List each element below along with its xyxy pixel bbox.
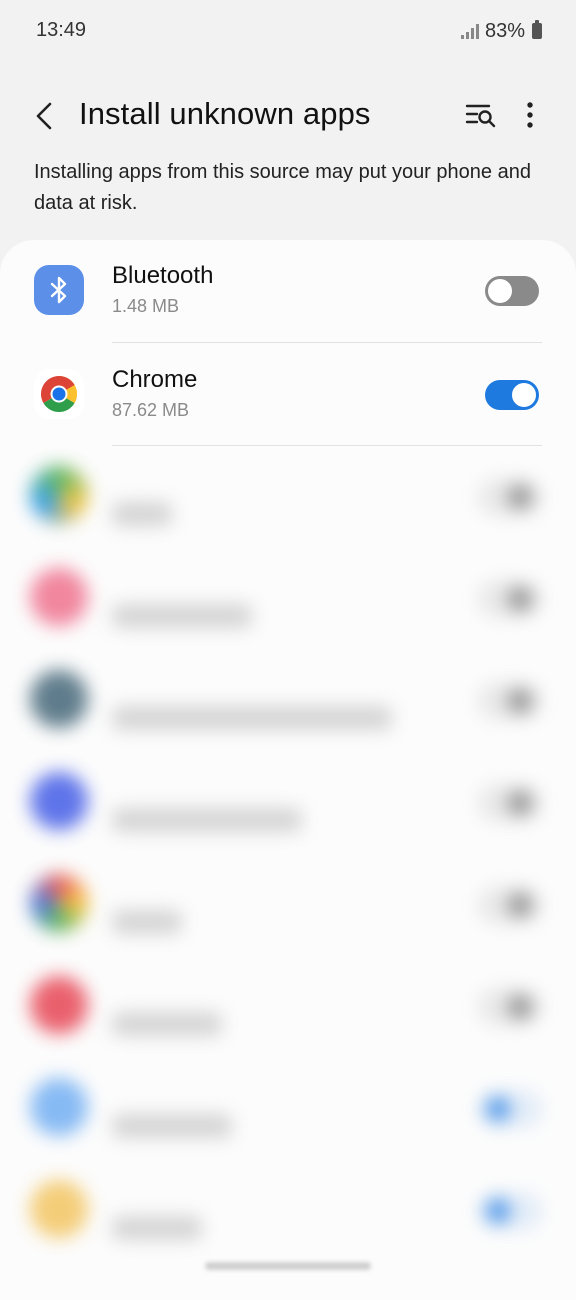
warning-description: Installing apps from this source may put… [34,161,531,214]
app-list: Bluetooth 1.48 MB Chrome 87.62 MB [0,240,576,1300]
app-icon [30,1078,88,1136]
list-item-blurred[interactable] [0,650,576,752]
more-vert-icon [527,102,533,128]
status-time: 13:49 [36,19,87,41]
status-bar: 13:49 83% [0,0,576,62]
allow-toggle[interactable] [478,1090,542,1128]
list-item-chrome[interactable]: Chrome 87.62 MB [0,344,576,446]
signal-icon [460,23,479,39]
list-item-blurred[interactable] [0,956,576,1058]
battery-percent: 83% [484,19,525,42]
allow-toggle[interactable] [478,886,542,924]
list-item-blurred[interactable] [0,1160,576,1262]
obscured-name [112,604,252,628]
app-name: Bluetooth [112,262,214,289]
page-title: Install unknown apps [79,96,371,131]
back-button[interactable] [22,90,66,142]
divider [112,342,542,343]
list-item-blurred[interactable] [0,854,576,956]
obscured-name [112,808,302,832]
app-name: Chrome [112,366,198,393]
more-options-button[interactable] [508,92,552,138]
app-icon [30,466,88,524]
app-icon [30,976,88,1034]
allow-toggle[interactable] [478,784,542,822]
chevron-left-icon [36,102,52,130]
allow-toggle[interactable] [478,580,542,618]
app-size: 87.62 MB [112,400,190,420]
allow-toggle-chrome[interactable] [485,380,539,410]
list-item-blurred[interactable] [0,1058,576,1160]
obscured-name [112,910,182,934]
list-search-icon [465,104,496,128]
allow-toggle-bluetooth[interactable] [485,276,539,306]
app-icon [30,874,88,932]
list-item-bluetooth[interactable]: Bluetooth 1.48 MB [0,240,576,342]
obscured-name [112,706,392,730]
app-icon [30,1180,88,1238]
battery-icon [532,20,542,39]
list-item-blurred[interactable] [0,548,576,650]
app-icon [30,670,88,728]
obscured-name [112,1216,202,1240]
allow-toggle[interactable] [478,1192,542,1230]
app-icon [30,772,88,830]
allow-toggle[interactable] [478,682,542,720]
search-button[interactable] [458,92,504,138]
allow-toggle[interactable] [478,478,542,516]
app-size: 1.48 MB [112,296,180,316]
status-icons: 83% [460,19,542,43]
obscured-name [112,502,172,526]
chrome-icon [34,369,84,419]
list-item-blurred[interactable] [0,752,576,854]
home-indicator[interactable] [205,1262,371,1270]
app-bar: Install unknown apps [0,86,576,144]
allow-toggle[interactable] [478,988,542,1026]
list-item-blurred[interactable] [0,446,576,548]
obscured-name [112,1012,222,1036]
bluetooth-icon [34,265,84,315]
obscured-name [112,1114,232,1138]
app-icon [30,568,88,626]
